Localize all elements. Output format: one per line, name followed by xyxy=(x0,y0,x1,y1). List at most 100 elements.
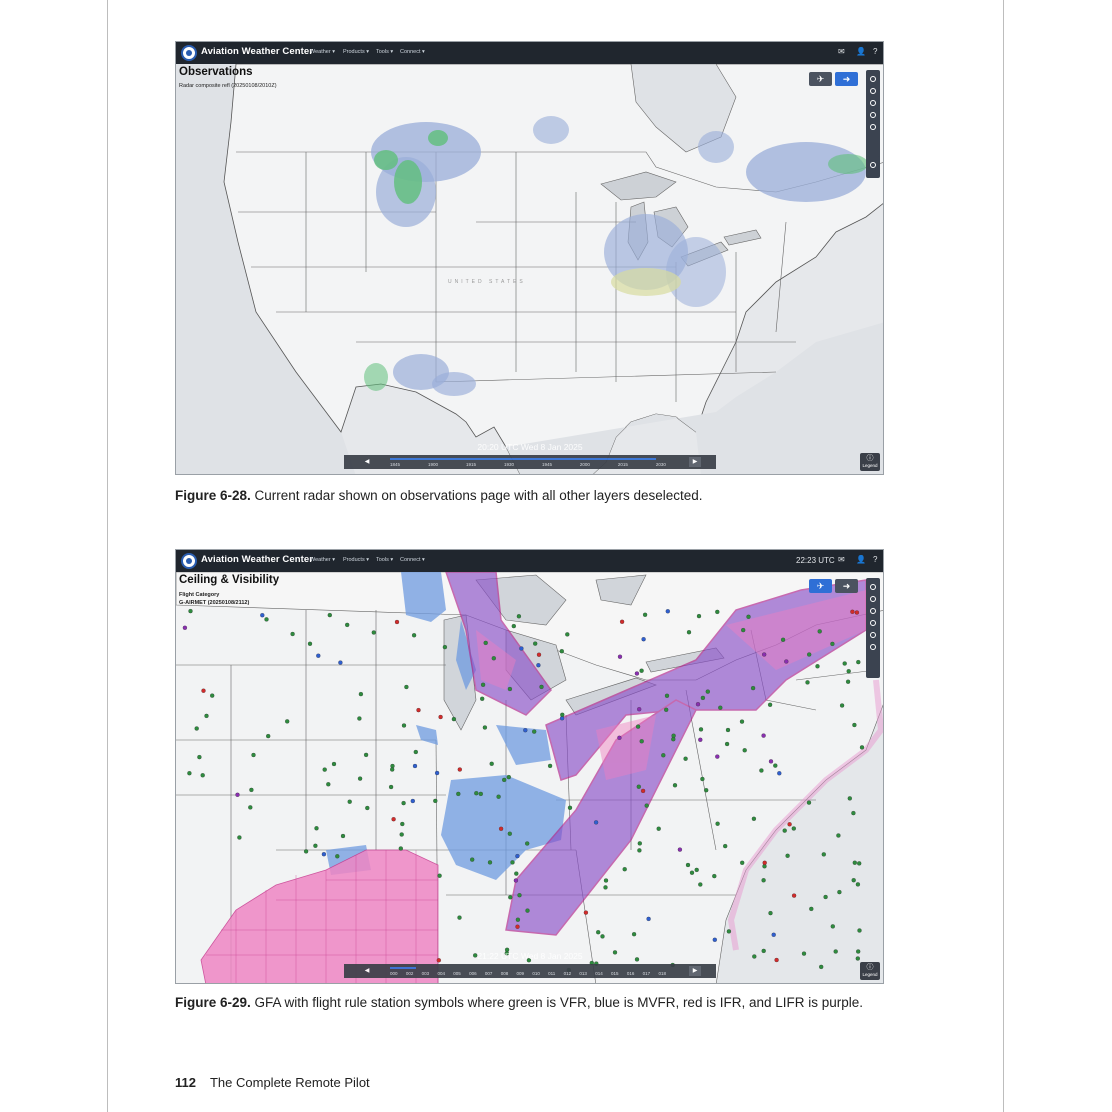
station-dot[interactable] xyxy=(316,653,321,658)
station-dot[interactable] xyxy=(603,878,609,883)
station-dot[interactable] xyxy=(725,727,731,733)
station-dot[interactable] xyxy=(371,630,376,635)
station-dot[interactable] xyxy=(539,684,544,690)
station-dot[interactable] xyxy=(759,768,764,773)
station-dot[interactable] xyxy=(456,791,461,797)
station-dot[interactable] xyxy=(705,689,710,694)
station-dot[interactable] xyxy=(715,821,720,826)
station-dot[interactable] xyxy=(672,783,678,788)
station-dot[interactable] xyxy=(695,702,701,707)
menu-connect[interactable]: Connect ▾ xyxy=(400,557,425,563)
menu-products[interactable]: Products ▾ xyxy=(343,557,369,563)
station-dot[interactable] xyxy=(416,707,421,713)
station-dot[interactable] xyxy=(508,895,513,900)
message-icon[interactable]: ✉ xyxy=(838,47,845,56)
app-brand[interactable]: Aviation Weather Center xyxy=(201,46,313,57)
airport-layer-button[interactable]: ✈ xyxy=(809,579,832,593)
station-dot[interactable] xyxy=(533,641,538,646)
station-dot[interactable] xyxy=(596,930,601,935)
station-dot[interactable] xyxy=(536,663,541,668)
station-dot[interactable] xyxy=(412,763,418,769)
station-dot[interactable] xyxy=(474,791,479,796)
station-dot[interactable] xyxy=(664,707,669,712)
station-dot[interactable] xyxy=(560,712,565,717)
legend-button[interactable]: Legend xyxy=(860,955,880,981)
station-dot[interactable] xyxy=(773,763,778,768)
station-dot[interactable] xyxy=(784,659,789,664)
time-slider[interactable]: 20:20 UTC Wed 8 Jan 2025 ◀ 1845 1900 191… xyxy=(344,442,716,469)
station-dot[interactable] xyxy=(390,767,395,772)
station-dot[interactable] xyxy=(525,841,530,846)
station-dot[interactable] xyxy=(639,668,644,673)
station-dot[interactable] xyxy=(712,937,717,942)
station-dot[interactable] xyxy=(249,787,254,793)
station-dot[interactable] xyxy=(483,640,488,646)
station-dot[interactable] xyxy=(815,664,820,669)
station-dot[interactable] xyxy=(321,852,327,857)
station-dot[interactable] xyxy=(791,826,796,831)
station-dot[interactable] xyxy=(489,761,494,766)
legend-button[interactable]: Legend xyxy=(860,446,880,472)
zoom-in-icon[interactable] xyxy=(870,162,876,168)
station-dot[interactable] xyxy=(401,723,407,728)
station-dot[interactable] xyxy=(857,861,862,866)
station-dot[interactable] xyxy=(188,608,193,614)
station-dot[interactable] xyxy=(700,776,705,782)
station-dot[interactable] xyxy=(457,915,462,920)
station-dot[interactable] xyxy=(357,716,362,721)
station-dot[interactable] xyxy=(335,854,340,859)
station-dot[interactable] xyxy=(433,798,438,804)
station-dot[interactable] xyxy=(740,860,745,865)
station-dot[interactable] xyxy=(635,724,641,729)
menu-weather[interactable]: Weather ▾ xyxy=(310,49,335,55)
station-dot[interactable] xyxy=(774,957,779,963)
station-dot[interactable] xyxy=(515,917,521,922)
station-dot[interactable] xyxy=(850,609,855,614)
station-dot[interactable] xyxy=(761,948,766,954)
station-dot[interactable] xyxy=(457,767,462,772)
station-dot[interactable] xyxy=(498,826,504,831)
station-dot[interactable] xyxy=(194,726,199,731)
rail-tool-icon[interactable] xyxy=(870,584,876,590)
station-dot[interactable] xyxy=(398,846,403,851)
station-dot[interactable] xyxy=(357,776,363,781)
station-dot[interactable] xyxy=(394,619,400,625)
station-dot[interactable] xyxy=(683,756,688,761)
user-icon[interactable]: 👤 xyxy=(856,47,866,56)
station-dot[interactable] xyxy=(801,951,807,956)
play-button[interactable]: ▶ xyxy=(689,457,701,467)
station-dot[interactable] xyxy=(201,688,206,693)
station-dot[interactable] xyxy=(819,964,824,970)
station-dot[interactable] xyxy=(723,843,728,849)
step-back-icon[interactable]: ◀ xyxy=(362,457,372,467)
station-dot[interactable] xyxy=(839,703,845,708)
station-dot[interactable] xyxy=(715,609,720,615)
station-dot[interactable] xyxy=(510,860,515,865)
station-dot[interactable] xyxy=(664,693,670,698)
station-dot[interactable] xyxy=(266,733,271,739)
station-dot[interactable] xyxy=(313,843,318,848)
menu-tools[interactable]: Tools ▾ xyxy=(376,557,393,563)
station-dot[interactable] xyxy=(182,625,188,630)
station-dot[interactable] xyxy=(809,906,814,912)
menu-weather[interactable]: Weather ▾ xyxy=(310,557,335,563)
station-dot[interactable] xyxy=(340,833,346,839)
menu-tools[interactable]: Tools ▾ xyxy=(376,49,393,55)
station-dot[interactable] xyxy=(438,714,443,720)
rail-tool-icon[interactable] xyxy=(870,76,876,82)
station-dot[interactable] xyxy=(204,713,209,719)
flight-layer-button[interactable]: ➜ xyxy=(835,72,858,86)
station-dot[interactable] xyxy=(410,798,415,804)
station-dot[interactable] xyxy=(696,613,702,619)
station-dot[interactable] xyxy=(331,761,337,767)
station-dot[interactable] xyxy=(700,695,706,701)
rail-tool-icon[interactable] xyxy=(870,620,876,626)
station-dot[interactable] xyxy=(290,631,295,637)
station-dot[interactable] xyxy=(532,729,537,734)
station-dot[interactable] xyxy=(515,853,520,859)
station-dot[interactable] xyxy=(767,702,773,707)
station-dot[interactable] xyxy=(686,630,692,635)
map-tool-rail[interactable] xyxy=(866,70,880,170)
station-dot[interactable] xyxy=(358,691,364,697)
rail-tool-icon[interactable] xyxy=(870,100,876,106)
